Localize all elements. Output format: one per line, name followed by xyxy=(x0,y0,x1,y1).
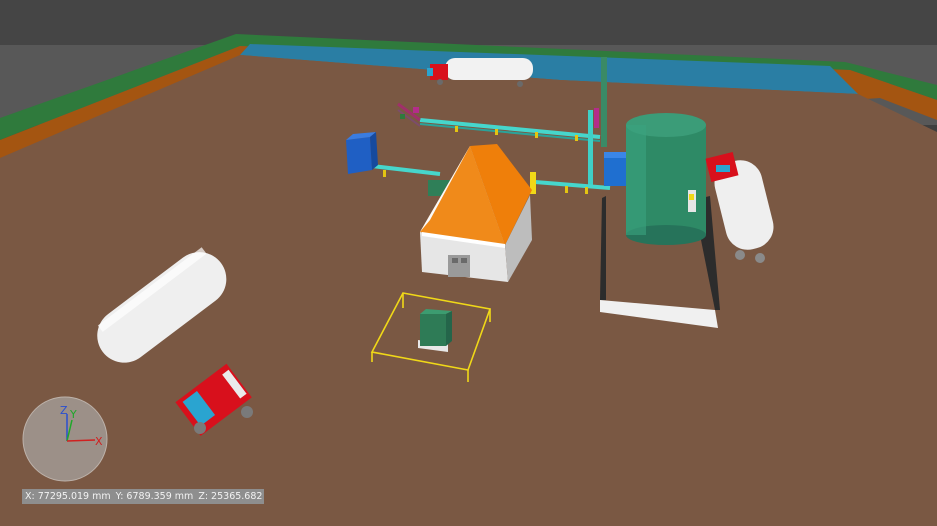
coord-z: Z: 25365.682 mm xyxy=(198,491,264,502)
axis-orientation-compass[interactable]: Z Y X xyxy=(22,396,108,482)
scene-canvas[interactable] xyxy=(0,0,937,526)
x-axis-label: X xyxy=(95,435,103,448)
pipe-riser xyxy=(588,110,593,185)
x-axis-line xyxy=(66,439,96,442)
vertical-pipe xyxy=(601,57,607,147)
z-axis-label: Z xyxy=(60,404,68,417)
coordinate-readout: X: 77295.019 mm Y: 6789.359 mm Z: 25365.… xyxy=(22,489,264,504)
storage-tank[interactable] xyxy=(626,113,706,245)
3d-viewport[interactable]: Z Y X X: 77295.019 mm Y: 6789.359 mm Z: … xyxy=(0,0,937,526)
y-axis-label: Y xyxy=(69,408,77,421)
coord-x: X: 77295.019 mm xyxy=(25,491,111,502)
sky-top xyxy=(0,0,937,45)
coord-y: Y: 6789.359 mm xyxy=(115,491,194,502)
electrical-cabinet-left[interactable] xyxy=(346,132,378,174)
valve-riser xyxy=(594,108,599,128)
